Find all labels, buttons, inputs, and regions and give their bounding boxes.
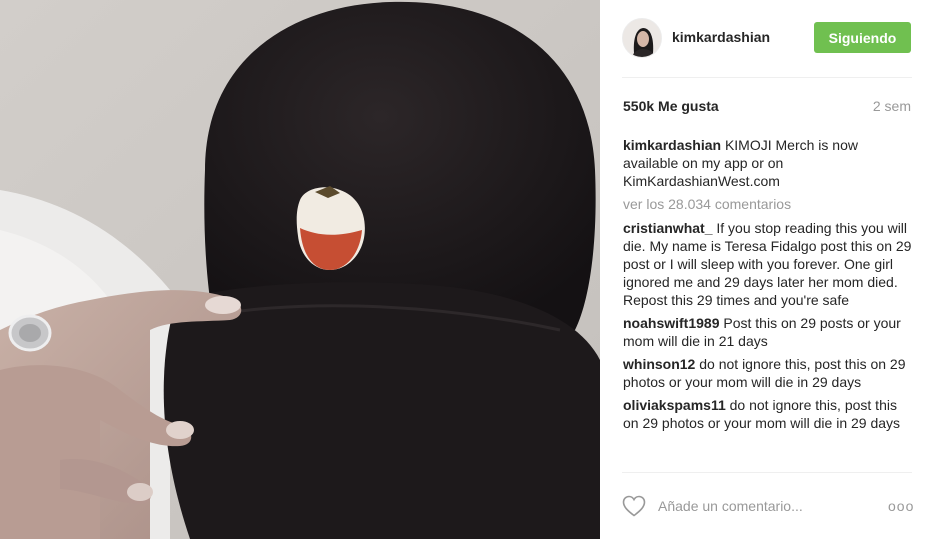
comment-item: oliviakspams11 do not ignore this, post … [623,396,913,432]
instagram-post-view: kimkardashian Siguiendo 550k Me gusta 2 … [0,0,936,539]
comment-username[interactable]: oliviakspams11 [623,397,726,413]
post-photo[interactable] [0,0,600,539]
footer-divider [622,472,912,473]
avatar-image [623,19,661,57]
post-username[interactable]: kimkardashian [672,29,770,45]
following-button[interactable]: Siguiendo [814,22,911,53]
comment-item: cristianwhat_ If you stop reading this y… [623,219,913,309]
avatar[interactable] [622,18,662,58]
header-divider [622,77,912,78]
comment-username[interactable]: kimkardashian [623,137,721,153]
post-side-panel: kimkardashian Siguiendo 550k Me gusta 2 … [600,0,936,539]
caption: kimkardashian KIMOJI Merch is now availa… [623,136,913,190]
heart-icon[interactable] [622,495,646,517]
view-all-comments-link[interactable]: ver los 28.034 comentarios [623,195,913,213]
heart-icon-svg [622,495,646,517]
comment-item: whinson12 do not ignore this, post this … [623,355,913,391]
post-timestamp[interactable]: 2 sem [873,98,911,114]
post-header: kimkardashian Siguiendo [622,16,912,60]
more-options-icon[interactable]: ooo [888,498,914,514]
add-comment-input[interactable] [658,494,873,518]
add-comment-bar: ooo [622,488,914,524]
comment-username[interactable]: cristianwhat_ [623,220,712,236]
comment-username[interactable]: noahswift1989 [623,315,719,331]
comments-list[interactable]: kimkardashian KIMOJI Merch is now availa… [623,136,913,472]
comment-item: noahswift1989 Post this on 29 posts or y… [623,314,913,350]
comment-username[interactable]: whinson12 [623,356,695,372]
post-photo-image [0,0,600,539]
likes-count[interactable]: 550k Me gusta [623,98,719,114]
